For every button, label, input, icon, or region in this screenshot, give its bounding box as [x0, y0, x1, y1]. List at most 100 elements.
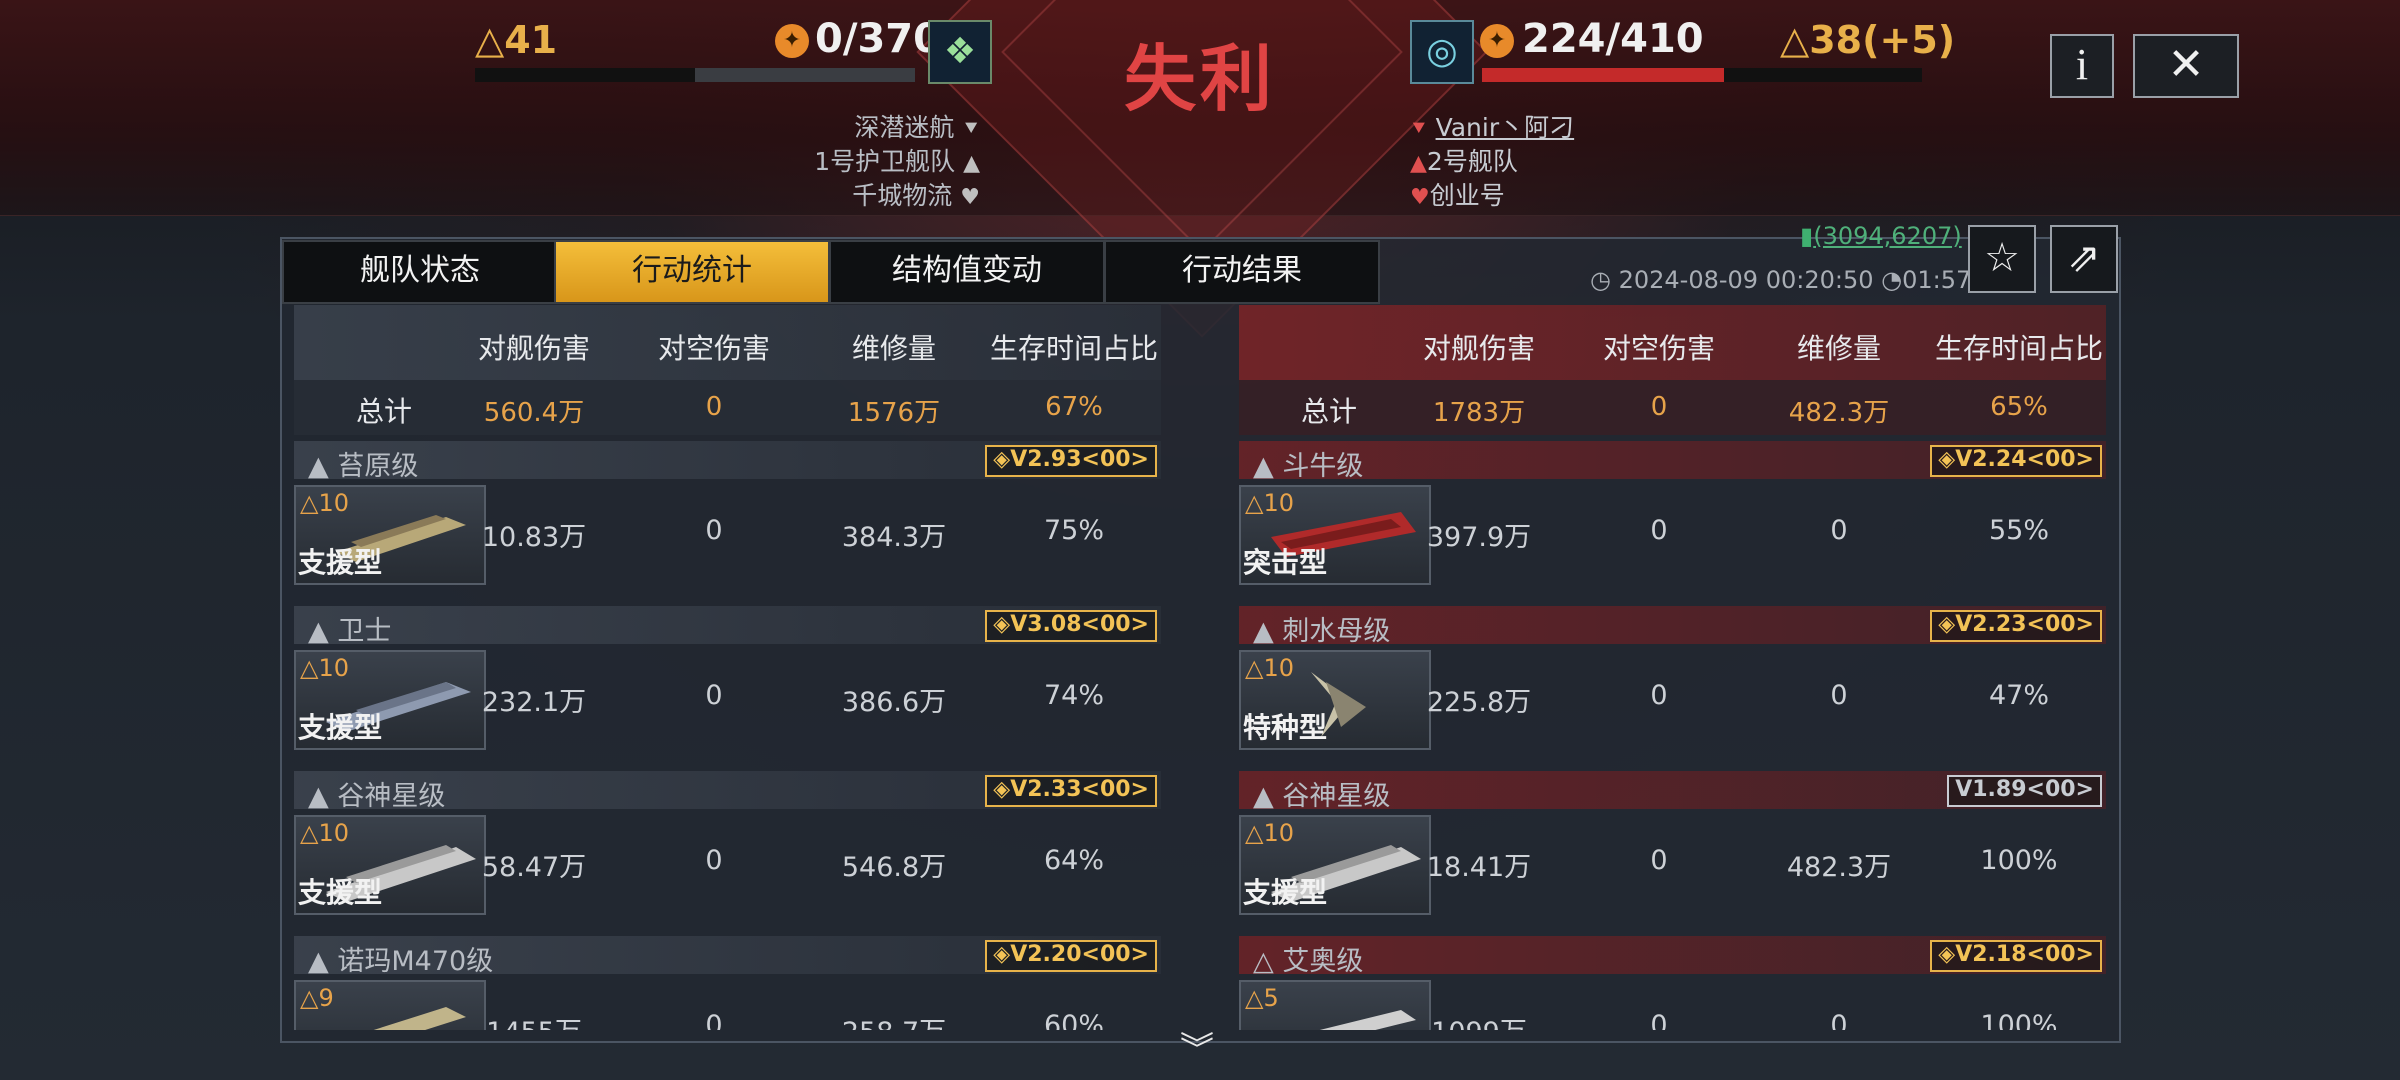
- survival-value: 100%: [1980, 1010, 2058, 1030]
- ship-class-name: ▲ 苔原级: [308, 451, 419, 482]
- ship-level: △10: [300, 489, 350, 517]
- left-total-ship-damage: 560.4万: [483, 398, 585, 428]
- ship-damage-value: 232.1万: [481, 687, 587, 718]
- ship-type: 突击型: [1243, 546, 1328, 579]
- ship-row[interactable]: △10 突击型 397.9万 0 0 55%: [1239, 479, 2106, 606]
- right-fleet-3: ♥创业号: [1410, 181, 1505, 210]
- total-label: 总计: [355, 395, 412, 428]
- total-label: 总计: [1300, 395, 1357, 428]
- survival-value: 60%: [1043, 1010, 1104, 1030]
- col-ship-damage: 对舰伤害: [477, 332, 590, 365]
- col-repair: 维修量: [851, 332, 936, 365]
- left-total-air-damage: 0: [705, 392, 723, 422]
- left-fleet-3: 千城物流 ♥: [852, 181, 980, 210]
- ship-row[interactable]: △5 1099万 0 0 100%: [1239, 974, 2106, 1030]
- left-fleet-1: 深潜迷航 ⯆: [854, 113, 980, 142]
- survival-value: 47%: [1988, 680, 2049, 711]
- air-damage-value: 0: [705, 1010, 723, 1030]
- right-fleet-2: ▲2号舰队: [1410, 147, 1518, 176]
- ship-damage-value: 397.9万: [1426, 522, 1532, 553]
- repair-value: 384.3万: [841, 522, 947, 553]
- close-button[interactable]: ✕: [2133, 34, 2239, 98]
- left-score: 0/370: [815, 16, 941, 62]
- survival-value: 55%: [1988, 515, 2049, 546]
- ship-row[interactable]: △10 支援型 58.47万 0 546.8万 64%: [294, 809, 1161, 936]
- scroll-down-chevron-icon[interactable]: ︾: [1180, 1022, 1214, 1071]
- clock-icon: ◷: [1590, 266, 1611, 294]
- ship-class-header: ▲ 诺玛M470级 ◈V2.20<00>: [294, 936, 1161, 977]
- ship-class-name: △ 艾奥级: [1253, 946, 1364, 977]
- ship-class-name: ▲ 谷神星级: [308, 781, 446, 812]
- right-total-row: 总计 1783万 0 482.3万 65%: [1239, 380, 2106, 435]
- right-score: 224/410: [1522, 16, 1704, 62]
- right-team-emblem: ◎: [1410, 20, 1474, 84]
- ship-level: △10: [1245, 489, 1295, 517]
- favorite-star-button[interactable]: ☆: [1968, 225, 2036, 293]
- ship-class-header: ▲ 斗牛级 ◈V2.24<00>: [1239, 441, 2106, 482]
- air-damage-value: 0: [705, 680, 723, 711]
- col-air-damage: 对空伤害: [1602, 332, 1715, 365]
- air-damage-value: 0: [1650, 1010, 1668, 1030]
- right-progress-fill: [1482, 68, 1724, 82]
- ship-thumbnail: △5: [1239, 980, 1431, 1030]
- ship-row[interactable]: △10 支援型 10.83万 0 384.3万 75%: [294, 479, 1161, 606]
- ship-level: △10: [300, 654, 350, 682]
- ship-version-badge: ◈V2.20<00>: [985, 940, 1157, 972]
- tab-fleet-status[interactable]: 舰队状态: [282, 240, 558, 304]
- ship-class-header: △ 艾奥级 ◈V2.18<00>: [1239, 936, 2106, 977]
- ship-row[interactable]: △10 支援型 18.41万 0 482.3万 100%: [1239, 809, 2106, 936]
- ship-level: △9: [300, 984, 334, 1012]
- repair-value: 0: [1830, 1010, 1848, 1030]
- star-icon: ☆: [1984, 235, 2020, 281]
- ship-type: 支援型: [298, 546, 383, 579]
- ship-version-badge: ◈V2.18<00>: [1930, 940, 2102, 972]
- left-stats-table: 对舰伤害 对空伤害 维修量 生存时间占比 总计 560.4万 0 1576万 6…: [294, 305, 1161, 1030]
- ship-row[interactable]: △10 特种型 225.8万 0 0 47%: [1239, 644, 2106, 771]
- ship-class-header: ▲ 卫士 ◈V3.08<00>: [294, 606, 1161, 647]
- right-header-row: 对舰伤害 对空伤害 维修量 生存时间占比: [1239, 305, 2106, 380]
- ship-damage-value: 225.8万: [1426, 687, 1532, 718]
- ship-version-badge: ◈V2.24<00>: [1930, 445, 2102, 477]
- ship-version-badge: V1.89<00>: [1947, 775, 2102, 807]
- repair-value: 546.8万: [841, 852, 947, 883]
- repair-value: 386.6万: [841, 687, 947, 718]
- left-progress-fill: [695, 68, 915, 82]
- share-icon: ⇗: [2067, 235, 2101, 281]
- air-damage-value: 0: [1650, 845, 1668, 876]
- right-stats-table: 对舰伤害 对空伤害 维修量 生存时间占比 总计 1783万 0 482.3万 6…: [1239, 305, 2106, 1030]
- col-ship-damage: 对舰伤害: [1422, 332, 1535, 365]
- right-total-repair: 482.3万: [1788, 398, 1890, 428]
- ship-type: 支援型: [298, 876, 383, 909]
- survival-value: 100%: [1980, 845, 2058, 876]
- ship-class-header: ▲ 刺水母级 ◈V2.23<00>: [1239, 606, 2106, 647]
- ship-level: △10: [1245, 654, 1295, 682]
- battle-time: ◷ 2024-08-09 00:20:50 ◔01:57:43: [1590, 266, 2010, 294]
- ship-thumbnail: △10 特种型: [1239, 650, 1431, 750]
- coordinates-link[interactable]: ▮(3094,6207): [1800, 222, 1962, 250]
- ship-class-header: ▲ 苔原级 ◈V2.93<00>: [294, 441, 1161, 482]
- ship-type: 支援型: [298, 711, 383, 744]
- right-level-value: 38(+5): [1809, 18, 1956, 62]
- share-button[interactable]: ⇗: [2050, 225, 2118, 293]
- repair-value: 0: [1830, 680, 1848, 711]
- ship-row[interactable]: △10 支援型 232.1万 0 386.6万 74%: [294, 644, 1161, 771]
- left-level-value: 41: [504, 18, 558, 62]
- right-total-air-damage: 0: [1650, 392, 1668, 422]
- ship-thumbnail: △10 支援型: [294, 485, 486, 585]
- ship-damage-value: 18.41万: [1426, 852, 1532, 883]
- left-score-icon: ✦: [775, 24, 809, 58]
- ship-damage-value: 58.47万: [481, 852, 587, 883]
- ship-row[interactable]: △9 1455万 0 258.7万 60%: [294, 974, 1161, 1030]
- info-button[interactable]: i: [2050, 34, 2114, 98]
- col-survival: 生存时间占比: [989, 332, 1158, 365]
- tab-structure-change[interactable]: 结构值变动: [829, 240, 1105, 304]
- ship-thumbnail: △10 突击型: [1239, 485, 1431, 585]
- ship-version-badge: ◈V2.33<00>: [985, 775, 1157, 807]
- tab-action-stats[interactable]: 行动统计: [554, 240, 830, 304]
- ship-version-badge: ◈V2.93<00>: [985, 445, 1157, 477]
- repair-value: 482.3万: [1786, 852, 1892, 883]
- right-level: △38(+5): [1780, 18, 1956, 62]
- tab-action-result[interactable]: 行动结果: [1104, 240, 1380, 304]
- col-air-damage: 对空伤害: [657, 332, 770, 365]
- repair-value: 0: [1830, 515, 1848, 546]
